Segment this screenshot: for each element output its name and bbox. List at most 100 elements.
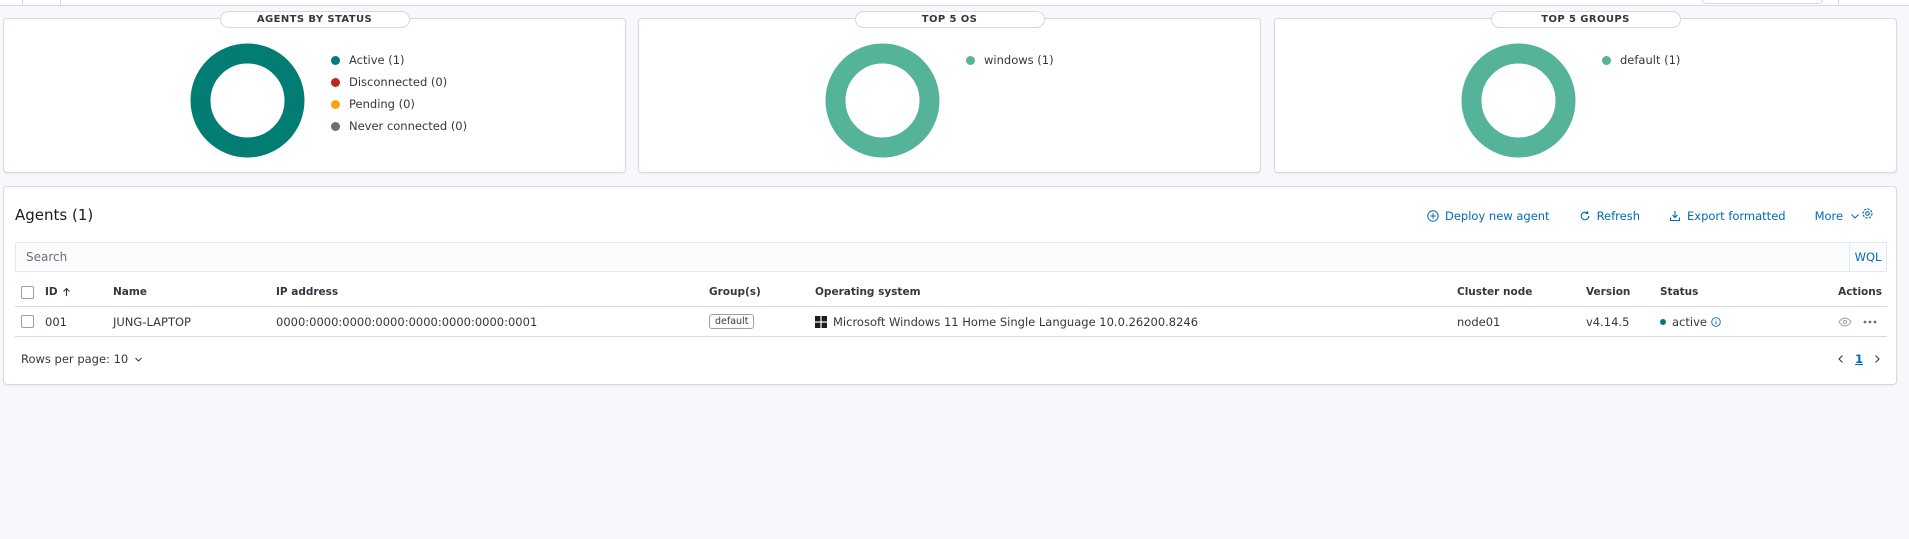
- group-badge[interactable]: default: [709, 314, 755, 329]
- legend-item-disconnected[interactable]: Disconnected (0): [331, 71, 467, 93]
- column-header-name[interactable]: Name: [113, 278, 147, 306]
- chevron-down-icon: [135, 357, 143, 362]
- refresh-icon: [1580, 211, 1589, 221]
- column-header-version[interactable]: Version: [1586, 278, 1630, 306]
- row-actions-menu-button[interactable]: [1863, 307, 1877, 336]
- more-horizontal-icon: [1863, 320, 1877, 323]
- table-row[interactable]: 001 JUNG-LAPTOP 0000:0000:0000:0000:0000…: [15, 307, 1887, 337]
- column-header-cluster[interactable]: Cluster node: [1457, 278, 1532, 306]
- agents-title: Agents (1): [15, 206, 94, 224]
- search-input[interactable]: [16, 243, 1849, 271]
- agent-ip: 0000:0000:0000:0000:0000:0000:0000:0001: [276, 314, 538, 329]
- agent-status-cell: active: [1660, 307, 1721, 336]
- legend-label: Active (1): [349, 53, 405, 67]
- column-header-ip[interactable]: IP address: [276, 278, 338, 306]
- top-5-groups-panel: TOP 5 GROUPS default (1): [1274, 11, 1897, 173]
- more-menu-button[interactable]: More: [1815, 209, 1862, 223]
- view-agent-button[interactable]: [1838, 307, 1852, 336]
- agents-status-donut[interactable]: [190, 43, 305, 158]
- deploy-new-agent-label: Deploy new agent: [1445, 209, 1550, 223]
- agent-cluster-node: node01: [1457, 314, 1501, 329]
- toolbar-divider: [22, 0, 23, 5]
- column-header-id[interactable]: ID: [45, 278, 71, 306]
- agent-group-cell: default: [709, 307, 755, 336]
- agent-status-label: active: [1672, 314, 1707, 329]
- info-icon[interactable]: [1711, 316, 1721, 327]
- top-toolbar-strip: [0, 0, 1909, 6]
- panel-title: TOP 5 OS: [854, 11, 1045, 28]
- table-header: ID Name IP address Group(s) Operating sy…: [15, 278, 1887, 307]
- legend-label: Disconnected (0): [349, 75, 448, 89]
- top-5-os-panel: TOP 5 OS windows (1): [638, 11, 1261, 173]
- legend-dot: [331, 99, 340, 109]
- legend-label: Never connected (0): [349, 119, 468, 133]
- select-all-checkbox[interactable]: [21, 278, 34, 306]
- legend-item-active[interactable]: Active (1): [331, 49, 467, 71]
- agents-actions-bar: Deploy new agent Refresh Export formatte…: [1427, 206, 1890, 226]
- legend-label: default (1): [1620, 53, 1681, 67]
- download-icon: [1669, 211, 1681, 222]
- agents-by-status-panel: AGENTS BY STATUS Active (1) Disconnected…: [3, 11, 626, 173]
- toolbar-control[interactable]: [1702, 0, 1823, 4]
- export-formatted-button[interactable]: Export formatted: [1669, 209, 1786, 223]
- agent-name: JUNG-LAPTOP: [113, 314, 191, 329]
- sort-ascending-icon: [62, 287, 70, 296]
- column-header-status[interactable]: Status: [1660, 278, 1698, 306]
- status-legend: Active (1) Disconnected (0) Pending (0) …: [331, 49, 467, 137]
- deploy-new-agent-button[interactable]: Deploy new agent: [1427, 209, 1550, 223]
- legend-dot: [331, 55, 340, 65]
- plus-circle-icon: [1427, 210, 1439, 222]
- row-checkbox[interactable]: [21, 307, 34, 336]
- refresh-button[interactable]: Refresh: [1579, 209, 1640, 223]
- legend-dot: [1602, 55, 1611, 65]
- rows-per-page-button[interactable]: Rows per page: 10: [21, 352, 143, 366]
- donut-slice-default[interactable]: [1461, 43, 1576, 158]
- status-dot: [1660, 318, 1666, 325]
- column-header-actions: Actions: [1838, 286, 1882, 298]
- donut-slice-windows[interactable]: [825, 43, 940, 158]
- donut-slice-active[interactable]: [190, 43, 305, 158]
- toolbar-divider: [1838, 0, 1839, 5]
- legend-label: Pending (0): [349, 97, 415, 111]
- search-bar: WQL: [15, 242, 1887, 272]
- gear-icon[interactable]: [1861, 207, 1874, 220]
- agent-version: v4.14.5: [1586, 314, 1630, 329]
- os-legend: windows (1): [966, 49, 1054, 71]
- eye-icon: [1838, 317, 1852, 326]
- checkbox-box: [21, 285, 34, 299]
- agent-os-cell: Microsoft Windows 11 Home Single Languag…: [815, 307, 1198, 336]
- top-os-donut[interactable]: [825, 43, 940, 158]
- agent-os-label: Microsoft Windows 11 Home Single Languag…: [833, 314, 1199, 329]
- legend-item-windows[interactable]: windows (1): [966, 49, 1054, 71]
- windows-logo-icon: [815, 315, 827, 328]
- chevron-left-icon[interactable]: [1837, 354, 1845, 364]
- more-label: More: [1814, 209, 1844, 223]
- legend-dot: [331, 77, 340, 87]
- legend-item-default[interactable]: default (1): [1602, 49, 1680, 71]
- page-number-button[interactable]: 1: [1855, 352, 1863, 366]
- refresh-label: Refresh: [1596, 209, 1641, 223]
- legend-label: windows (1): [984, 53, 1054, 67]
- legend-dot: [331, 121, 340, 131]
- groups-legend: default (1): [1602, 49, 1680, 71]
- pagination: 1: [1837, 352, 1881, 366]
- panel-title: AGENTS BY STATUS: [219, 11, 410, 28]
- rows-per-page-label: Rows per page: 10: [21, 352, 129, 366]
- wql-toggle-button[interactable]: WQL: [1849, 243, 1886, 271]
- chevron-down-icon: [1851, 214, 1859, 219]
- legend-item-never-connected[interactable]: Never connected (0): [331, 115, 467, 137]
- agent-id: 001: [45, 314, 67, 329]
- top-groups-donut[interactable]: [1461, 43, 1576, 158]
- legend-dot: [966, 55, 975, 65]
- table-footer: Rows per page: 10 1: [15, 352, 1887, 370]
- legend-item-pending[interactable]: Pending (0): [331, 93, 467, 115]
- column-header-os[interactable]: Operating system: [815, 278, 921, 306]
- toolbar-divider: [60, 0, 61, 5]
- export-formatted-label: Export formatted: [1687, 209, 1786, 223]
- chevron-right-icon[interactable]: [1873, 354, 1881, 364]
- agents-table-panel: Agents (1) Deploy new agent Refresh Expo…: [3, 186, 1897, 385]
- panel-title: TOP 5 GROUPS: [1490, 11, 1681, 28]
- checkbox-box: [21, 315, 34, 328]
- column-header-label: ID: [45, 286, 58, 298]
- column-header-groups[interactable]: Group(s): [709, 278, 761, 306]
